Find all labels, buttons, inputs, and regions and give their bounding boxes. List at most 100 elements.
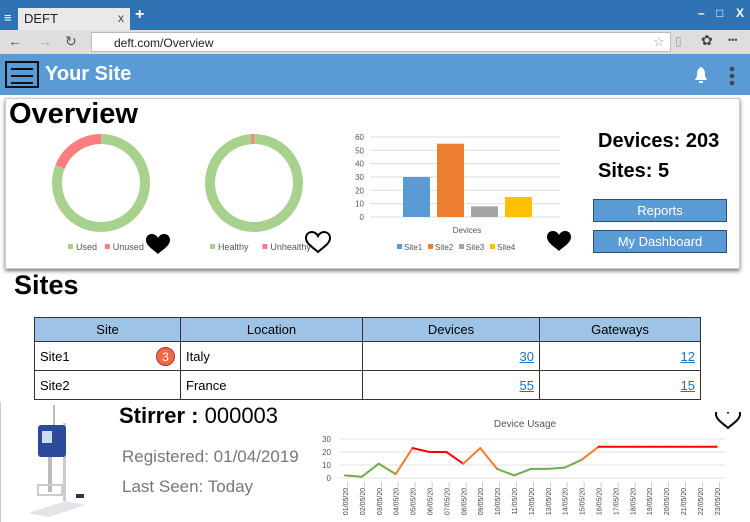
x-tick-label: 11/05/20... <box>512 482 519 515</box>
stirrer-image <box>28 405 86 517</box>
favorite-heart-icon[interactable] <box>714 412 742 430</box>
device-name: Stirrer : 000003 <box>119 403 278 429</box>
line-segment <box>479 447 499 470</box>
devices-count: Devices: 203 <box>598 130 720 152</box>
legend-label: Site4 <box>497 243 516 252</box>
table-row[interactable]: Site2 France 55 15 <box>34 370 701 400</box>
sites-count: Sites: 5 <box>598 160 670 182</box>
window-close-icon[interactable]: X <box>736 6 744 20</box>
x-tick-label: 05/05/20... <box>411 482 418 515</box>
minimize-icon[interactable]: – <box>698 6 705 20</box>
y-tick-label: 10 <box>355 200 364 209</box>
tab-title: DEFT <box>24 11 58 26</box>
y-tick-label: 20 <box>355 186 364 195</box>
star-icon[interactable]: ☆ <box>653 34 665 50</box>
device-id: 000003 <box>204 403 279 428</box>
hamburger-menu-icon[interactable] <box>5 61 39 88</box>
reports-button[interactable]: Reports <box>593 199 727 222</box>
legend-swatch <box>428 244 433 249</box>
y-tick-label: 10 <box>322 461 331 470</box>
x-tick-label: 07/05/20... <box>444 482 451 515</box>
more-icon[interactable]: ••• <box>728 35 737 45</box>
line-segment <box>546 466 566 470</box>
x-tick-label: 06/05/20... <box>428 482 435 515</box>
table-row[interactable]: Site1 3 Italy 30 12 <box>34 341 701 371</box>
y-tick-label: 50 <box>355 146 364 155</box>
back-icon[interactable]: ← <box>8 33 22 49</box>
legend-label: Site3 <box>466 243 485 252</box>
legend-swatch <box>490 244 495 249</box>
site-name[interactable]: Site1 <box>40 349 70 364</box>
legend-label: Unhealthy <box>270 242 311 252</box>
bar-site3 <box>471 206 498 217</box>
kebab-icon[interactable] <box>728 66 736 86</box>
x-tick-label: 08/05/20... <box>461 482 468 515</box>
legend-swatch <box>210 244 215 249</box>
new-tab-icon[interactable]: + <box>135 6 144 24</box>
x-tick-label: 03/05/20... <box>377 482 384 515</box>
gateways-link[interactable]: 15 <box>681 378 695 393</box>
x-tick-label: 19/05/20... <box>647 482 654 515</box>
last-seen: Last Seen: Today <box>122 477 254 496</box>
devices-cell: 55 <box>362 370 540 400</box>
x-tick-label: 20/05/20... <box>664 482 671 515</box>
legend-swatch <box>68 244 73 249</box>
favorite-heart-icon[interactable] <box>146 234 170 254</box>
site-name[interactable]: Site2 <box>40 378 70 393</box>
y-tick-label: 0 <box>360 213 365 222</box>
sites-table: Site Location Devices Gateways Site1 3 It… <box>34 317 701 400</box>
line-segment <box>445 451 465 465</box>
y-tick-label: 20 <box>322 448 331 457</box>
location-cell: Italy <box>180 341 363 371</box>
column-header-devices[interactable]: Devices <box>362 317 540 342</box>
legend-swatch <box>459 244 464 249</box>
x-tick-label: 01/05/20... <box>343 482 350 515</box>
x-tick-label: 09/05/20... <box>478 482 485 515</box>
reload-icon[interactable]: ↻ <box>65 33 77 50</box>
forward-icon[interactable]: → <box>38 33 52 49</box>
line-segment <box>563 458 583 469</box>
x-tick-label: 18/05/20... <box>630 482 637 515</box>
legend-label: Site1 <box>404 243 423 252</box>
chart-title: Device Usage <box>494 419 557 430</box>
devices-link[interactable]: 30 <box>520 349 534 364</box>
favorite-heart-icon[interactable] <box>547 231 571 251</box>
url-input[interactable]: deft.com/Overview <box>91 32 671 52</box>
column-header-gateways[interactable]: Gateways <box>539 317 701 342</box>
x-tick-label: 22/05/20... <box>698 482 705 515</box>
site-cell: Site2 <box>34 370 181 400</box>
y-tick-label: 40 <box>355 160 364 169</box>
legend-swatch <box>262 244 268 249</box>
x-tick-label: 21/05/20... <box>681 482 688 515</box>
x-tick-label: 23/05/20... <box>715 482 722 515</box>
my-dashboard-button[interactable]: My Dashboard <box>593 230 727 253</box>
gateways-link[interactable]: 12 <box>681 349 695 364</box>
legend-label: Site2 <box>435 243 454 252</box>
line-segment <box>411 447 431 453</box>
extension-icon[interactable]: ✿ <box>701 32 713 49</box>
y-tick-label: 30 <box>355 173 364 182</box>
alert-badge[interactable]: 3 <box>156 347 175 366</box>
bell-icon[interactable] <box>694 66 708 84</box>
browser-menu-icon[interactable]: ≡ <box>4 10 12 25</box>
maximize-icon[interactable]: □ <box>716 6 723 20</box>
column-header-site[interactable]: Site <box>34 317 181 342</box>
site-cell: Site1 3 <box>34 341 181 371</box>
y-tick-label: 0 <box>327 474 332 483</box>
registered-date: Registered: 01/04/2019 <box>122 447 299 466</box>
devices-cell: 30 <box>362 341 540 371</box>
legend-swatch <box>397 244 402 249</box>
x-axis-label: Devices <box>453 226 481 235</box>
column-header-location[interactable]: Location <box>180 317 363 342</box>
x-tick-label: 16/05/20... <box>597 482 604 515</box>
x-tick-label: 10/05/20... <box>495 482 502 515</box>
device-usage-chart: Device Usage 0 10 20 30 01/05/20... 02/05/20..… <box>322 412 742 515</box>
reader-icon[interactable]: ▯ <box>675 34 682 48</box>
tab-close-icon[interactable]: x <box>118 11 124 25</box>
x-tick-label: 17/05/20... <box>613 482 620 515</box>
location-cell: France <box>180 370 363 400</box>
devices-link[interactable]: 55 <box>520 378 534 393</box>
browser-tab[interactable]: DEFT x <box>18 8 130 30</box>
x-tick-label: 14/05/20... <box>563 482 570 515</box>
table-header-row: Site Location Devices Gateways <box>34 317 701 342</box>
